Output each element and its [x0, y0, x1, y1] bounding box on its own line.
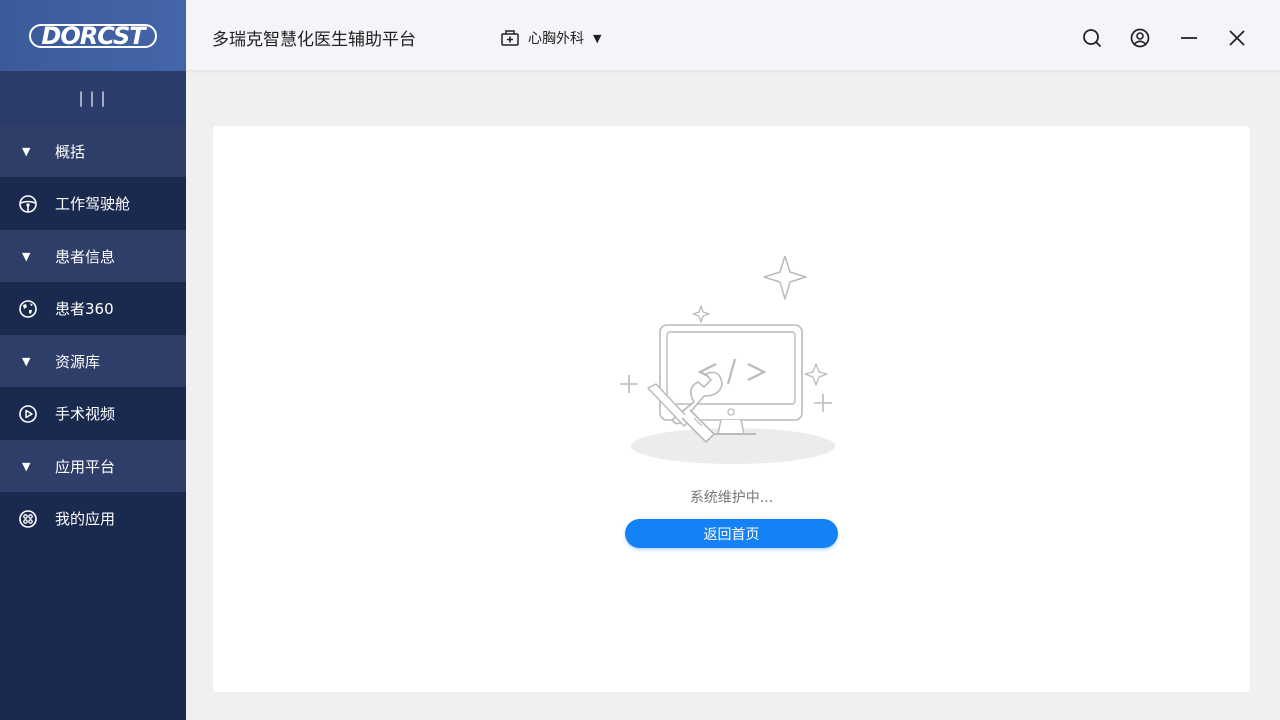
logo[interactable]: DORCST: [29, 23, 157, 48]
search-icon[interactable]: [1081, 27, 1103, 49]
sidebar-item-label: 患者360: [55, 300, 114, 318]
apps-icon: [18, 509, 38, 529]
logo-area: DORCST: [0, 0, 186, 71]
sidebar-group-patient-info[interactable]: ▼ 患者信息: [0, 230, 186, 282]
department-selector[interactable]: 心胸外科 ▼: [500, 28, 601, 48]
close-icon[interactable]: [1226, 27, 1248, 49]
sidebar: DORCST ||| ▼ 概括 工作驾驶舱 ▼ 患者信息 患者360 ▼ 资源库…: [0, 0, 186, 720]
caret-down-icon: ▼: [22, 459, 31, 473]
sidebar-group-app-platform[interactable]: ▼ 应用平台: [0, 440, 186, 492]
sidebar-item-label: 工作驾驶舱: [55, 195, 131, 213]
department-label: 心胸外科: [528, 31, 584, 47]
sidebar-group-label: 资源库: [55, 352, 101, 371]
back-home-button[interactable]: 返回首页: [625, 519, 838, 548]
user-icon[interactable]: [1129, 27, 1151, 49]
main-panel: 系统维护中... 返回首页: [213, 126, 1250, 692]
app-title: 多瑞克智慧化医生辅助平台: [212, 30, 416, 50]
sidebar-toggle[interactable]: |||: [0, 71, 186, 125]
minimize-icon[interactable]: [1178, 27, 1200, 49]
steering-wheel-icon: [18, 194, 38, 214]
top-header: 多瑞克智慧化医生辅助平台 心胸外科 ▼: [186, 0, 1280, 71]
sidebar-item-label: 手术视频: [55, 405, 116, 423]
caret-down-icon: ▼: [22, 354, 31, 368]
caret-down-icon: ▼: [22, 249, 31, 263]
sidebar-item-cockpit[interactable]: 工作驾驶舱: [0, 177, 186, 230]
maintenance-message: 系统维护中...: [689, 490, 774, 506]
sidebar-group-label: 患者信息: [55, 247, 116, 266]
caret-down-icon: ▼: [22, 144, 31, 158]
sidebar-item-patient-360[interactable]: 患者360: [0, 282, 186, 335]
hospital-icon: [500, 28, 520, 48]
caret-down-icon: ▼: [593, 31, 602, 45]
sidebar-item-my-apps[interactable]: 我的应用: [0, 492, 186, 545]
sidebar-group-resources[interactable]: ▼ 资源库: [0, 335, 186, 387]
sidebar-item-surgery-video[interactable]: 手术视频: [0, 387, 186, 440]
sidebar-group-overview[interactable]: ▼ 概括: [0, 125, 186, 177]
globe-icon: [18, 299, 38, 319]
sidebar-item-label: 我的应用: [55, 510, 116, 528]
maintenance-illustration: [618, 255, 843, 471]
play-icon: [18, 404, 38, 424]
menu-icon: |||: [76, 89, 110, 107]
sidebar-group-label: 概括: [55, 142, 86, 161]
sidebar-group-label: 应用平台: [55, 457, 116, 476]
